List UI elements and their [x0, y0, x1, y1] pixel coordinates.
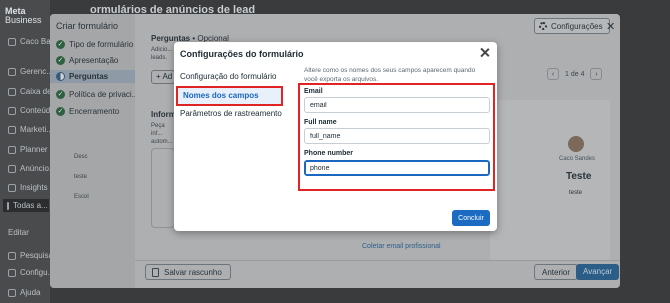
marketing-icon	[8, 125, 16, 134]
search-icon	[8, 251, 16, 260]
gear-icon	[539, 22, 547, 30]
menu-icon	[7, 201, 9, 210]
sidebar-item-help[interactable]: Ajuda	[8, 288, 40, 297]
meta-business-logo: Meta Business	[5, 6, 42, 25]
email-label: Email	[304, 88, 323, 95]
preview-pager: ‹ 1 de 4 ›	[547, 68, 603, 80]
wizard-steps: Criar formulário ✓ Tipo de formulário ✓ Ap…	[50, 14, 138, 288]
check-icon: ✓	[56, 40, 65, 49]
account-icon	[8, 37, 16, 46]
menu-item-tracking-parameters[interactable]: Parâmetros de rastreamento	[180, 109, 282, 118]
chevron-right-icon[interactable]: ›	[590, 68, 603, 80]
save-draft-button[interactable]: Salvar rascunho	[145, 264, 231, 280]
check-icon: ✓	[56, 107, 65, 116]
full-name-field[interactable]	[304, 128, 490, 144]
close-icon[interactable]: ✕	[606, 20, 615, 33]
settings-button[interactable]: Configurações	[534, 18, 610, 34]
step-form-type[interactable]: ✓ Tipo de formulário	[56, 40, 133, 49]
step-questions[interactable]: Perguntas	[50, 70, 135, 83]
card-label: Escol	[74, 194, 89, 200]
check-icon: ✓	[56, 90, 65, 99]
sidebar-item-manage[interactable]: Gerenc...	[8, 67, 53, 76]
sidebar-item-edit[interactable]: Editar	[8, 228, 29, 237]
done-button[interactable]: Concluir	[452, 210, 490, 226]
menu-item-form-settings[interactable]: Configuração do formulário	[180, 72, 277, 81]
sidebar-item-planner[interactable]: Planner	[8, 145, 48, 154]
modal-description: Altere como os nomes dos seus campos apa…	[304, 67, 476, 83]
phone-number-field[interactable]	[304, 160, 490, 176]
sidebar-item-ads[interactable]: Anúncio...	[8, 164, 56, 173]
menu-item-field-names[interactable]: Nomes dos campos	[176, 86, 283, 106]
check-icon: ✓	[56, 56, 65, 65]
add-question-button[interactable]: + Ad	[151, 70, 175, 84]
form-preview	[490, 100, 610, 260]
avatar	[568, 136, 584, 152]
collect-work-email-link[interactable]: Coletar email profissional	[362, 243, 441, 250]
preview-page-name: Caco Sandes	[559, 156, 596, 162]
full-name-label: Full name	[304, 119, 337, 126]
wizard-title: Criar formulário	[56, 21, 119, 31]
sidebar-item-marketing[interactable]: Marketi...	[8, 125, 53, 134]
modal-title: Configurações do formulário	[180, 49, 304, 59]
preview-title: Teste	[566, 171, 592, 182]
document-icon	[152, 268, 159, 277]
step-privacy[interactable]: ✓ Política de privaci...	[56, 90, 138, 99]
content-icon	[8, 106, 16, 115]
form-settings-modal: Configurações do formulário Configuração…	[174, 42, 497, 231]
next-button[interactable]: Avançar	[576, 264, 620, 280]
manage-icon	[8, 67, 16, 76]
sidebar-item-settings[interactable]: Configu...	[8, 268, 54, 277]
progress-icon	[56, 72, 65, 81]
sidebar-item-all-tools[interactable]: Todas a...	[3, 199, 49, 212]
info-title: Inform	[151, 110, 176, 119]
inbox-icon	[8, 87, 16, 96]
previous-button[interactable]: Anterior	[534, 264, 579, 280]
ads-icon	[8, 164, 16, 173]
app-sidebar: Meta Business Caco Ba... Gerenc... Caixa…	[0, 0, 60, 303]
card-label: Desc	[74, 154, 88, 160]
planner-icon	[8, 145, 16, 154]
card-label: teste	[74, 174, 88, 180]
step-intro[interactable]: ✓ Apresentação	[56, 56, 118, 65]
close-icon[interactable]	[479, 47, 491, 59]
question-card	[151, 148, 175, 228]
gear-icon	[8, 268, 16, 277]
insights-icon	[8, 183, 16, 192]
step-ending[interactable]: ✓ Encerramento	[56, 107, 119, 116]
help-icon	[8, 288, 16, 297]
email-field[interactable]	[304, 97, 490, 113]
info-description: Peça inf... autom...	[151, 123, 173, 145]
preview-subtitle: teste	[569, 190, 583, 196]
sidebar-item-insights[interactable]: Insights	[8, 183, 48, 192]
chevron-left-icon[interactable]: ‹	[547, 68, 559, 80]
phone-number-label: Phone number	[304, 150, 354, 157]
